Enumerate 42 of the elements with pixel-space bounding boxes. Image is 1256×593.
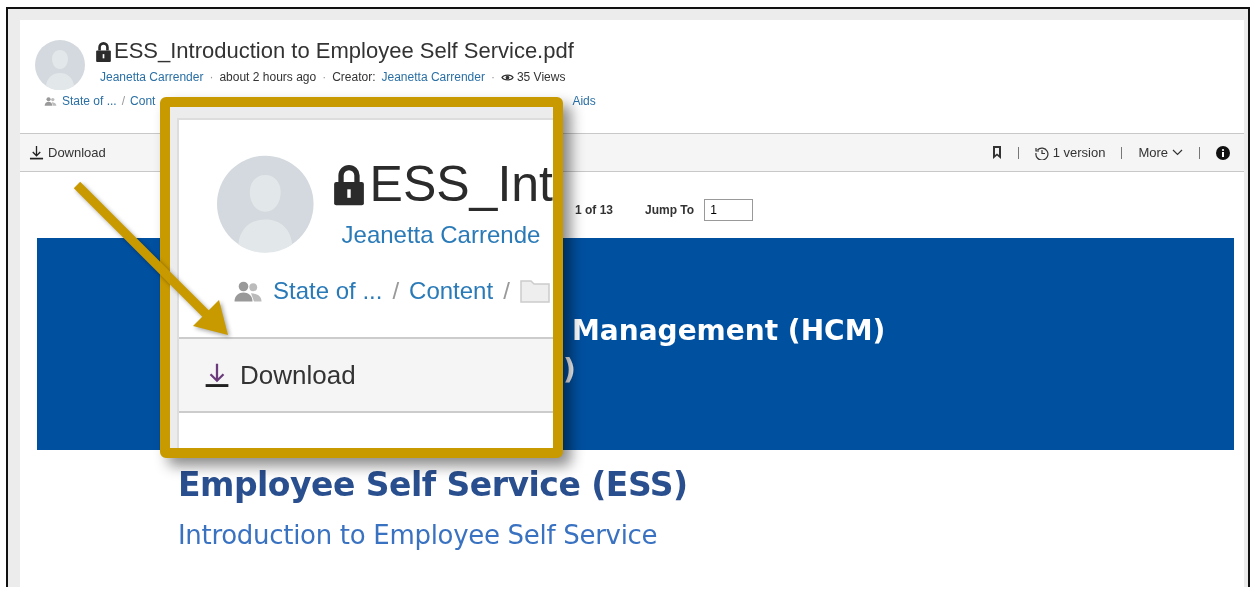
avatar-icon — [35, 40, 85, 90]
group-icon — [44, 95, 57, 107]
breadcrumb-link[interactable]: Content — [409, 277, 494, 305]
history-icon — [1034, 145, 1049, 160]
author-link[interactable]: Jeanetta Carrende — [341, 221, 541, 248]
view-count: 35 Views — [516, 70, 566, 84]
bookmark-icon[interactable] — [991, 146, 1002, 159]
group-icon — [233, 279, 263, 303]
creator-link[interactable]: Jeanetta Carrender — [381, 70, 485, 84]
creator-label: Creator: — [332, 70, 376, 84]
breadcrumb-separator: / — [503, 277, 510, 305]
download-icon — [29, 145, 44, 160]
separator-dot: · — [490, 70, 495, 84]
slide-heading: Employee Self Service (ESS) — [178, 465, 688, 504]
jump-field[interactable]: 1 — [704, 199, 754, 221]
avatar-icon — [217, 155, 314, 253]
banner-text: ) — [563, 353, 576, 386]
download-button[interactable]: Download — [29, 145, 106, 160]
folder-icon — [519, 279, 550, 303]
eye-icon — [500, 72, 514, 82]
author-link[interactable]: Jeanetta Carrender — [100, 70, 204, 84]
chevron-down-icon — [1172, 149, 1183, 156]
more-button[interactable]: More — [1138, 145, 1183, 160]
separator-dot: · — [322, 70, 327, 84]
info-icon[interactable] — [1216, 145, 1230, 160]
breadcrumb-separator: / — [392, 277, 400, 305]
document-title: ESS_Introduction to Employee Self Service.pdf — [114, 38, 574, 64]
breadcrumb-link[interactable]: Aids — [572, 94, 596, 108]
download-button[interactable]: Download — [204, 359, 356, 391]
breadcrumb-link[interactable]: State of ... — [273, 277, 383, 305]
breadcrumb-link[interactable]: Cont — [130, 94, 156, 108]
download-icon — [204, 362, 230, 388]
version-button[interactable]: 1 version — [1034, 145, 1106, 160]
document-title: ESS_Int — [369, 159, 553, 209]
slide-subheading: Introduction to Employee Self Service — [178, 520, 658, 550]
separator-dot: · — [209, 70, 214, 84]
timestamp: about 2 hours ago — [219, 70, 317, 84]
breadcrumb-separator: / — [121, 94, 126, 108]
jump-label: Jump To — [645, 203, 695, 217]
breadcrumb-link[interactable]: State of ... — [62, 94, 117, 108]
page-indicator: 1 of 13 — [575, 203, 613, 217]
banner-text: Management (HCM) — [572, 314, 886, 347]
